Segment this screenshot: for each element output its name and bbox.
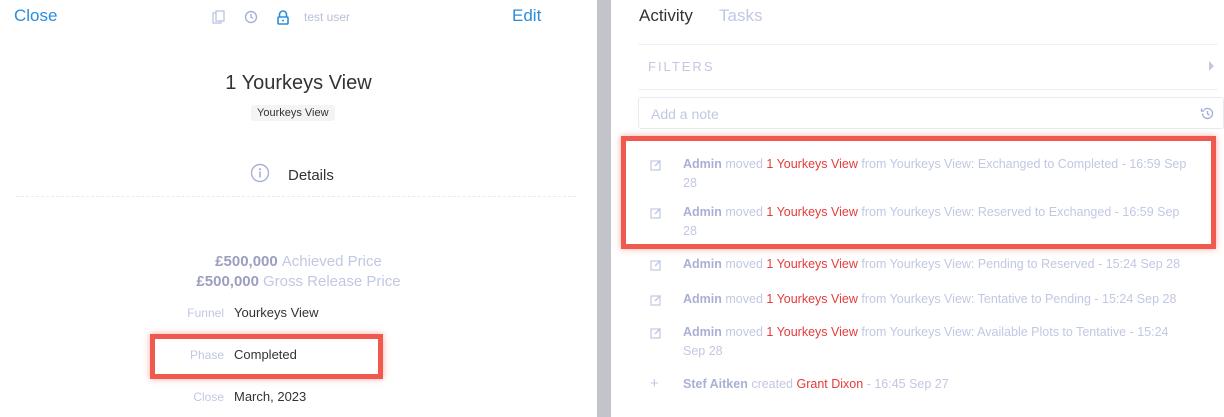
activity-highlight-box (621, 136, 1216, 249)
gross-price-amount: £500,000 (196, 273, 259, 290)
info-icon (250, 163, 270, 188)
close-button[interactable]: Close (14, 6, 57, 26)
field-funnel-key: Funnel (187, 306, 224, 320)
activity-actor[interactable]: Admin (683, 292, 722, 306)
chevron-right-icon (1209, 61, 1214, 71)
details-section-header[interactable]: Details (250, 163, 334, 188)
details-label: Details (288, 167, 334, 184)
lock-icon[interactable] (274, 8, 292, 26)
activity-text: Admin moved 1 Yourkeys View from Yourkey… (683, 323, 1193, 361)
activity-panel: Activity Tasks FILTERS Admin moved 1 You… (611, 0, 1224, 417)
edit-button[interactable]: Edit (512, 6, 541, 26)
note-box[interactable] (638, 97, 1224, 129)
record-toolbar: test user (210, 8, 350, 26)
activity-actor[interactable]: Admin (683, 257, 722, 271)
activity-target-link[interactable]: 1 Yourkeys View (766, 292, 858, 306)
field-close-value[interactable]: March, 2023 (234, 389, 306, 404)
activity-text: Stef Aitken created Grant Dixon - 16:45 … (683, 375, 1193, 394)
add-note-input[interactable] (649, 105, 1173, 123)
history-icon[interactable] (1200, 106, 1215, 126)
achieved-price-amount: £500,000 (215, 253, 278, 270)
panel-splitter[interactable] (597, 0, 611, 417)
owner-name[interactable]: test user (304, 10, 350, 24)
activity-actor[interactable]: Stef Aitken (683, 377, 748, 391)
activity-detail: from Yourkeys View: Tentative to Pending… (861, 292, 1177, 306)
activity-detail: from Yourkeys View: Pending to Reserved … (861, 257, 1181, 271)
achieved-price: £500,000 Achieved Price (0, 253, 597, 270)
activity-text: Admin moved 1 Yourkeys View from Yourkey… (683, 290, 1193, 309)
history-icon[interactable] (242, 8, 260, 26)
copy-icon[interactable] (210, 8, 228, 26)
section-divider (16, 196, 576, 197)
gross-price-label: Gross Release Price (263, 273, 401, 290)
record-tag[interactable]: Yourkeys View (251, 105, 335, 121)
activity-target-link[interactable]: 1 Yourkeys View (766, 325, 858, 339)
activity-target-link[interactable]: 1 Yourkeys View (766, 257, 858, 271)
activity-verb: moved (725, 257, 763, 271)
activity-detail: - 16:45 Sep 27 (866, 377, 949, 391)
filters-bar[interactable]: FILTERS (638, 44, 1218, 90)
tab-tasks[interactable]: Tasks (719, 6, 762, 26)
field-close-key: Close (193, 390, 224, 404)
activity-verb: created (751, 377, 794, 391)
plus-icon: + (650, 375, 659, 392)
phase-highlight-box (150, 334, 383, 379)
activity-target-link[interactable]: Grant Dixon (797, 377, 864, 391)
edit-icon (650, 293, 662, 312)
tab-activity[interactable]: Activity (639, 6, 693, 26)
edit-icon (650, 326, 662, 345)
edit-icon (650, 258, 662, 277)
gross-release-price: £500,000 Gross Release Price (0, 273, 597, 290)
filters-label: FILTERS (648, 59, 715, 74)
record-title: 1 Yourkeys View (225, 72, 372, 94)
record-panel: Close test user Edit 1 Yourkeys View You… (0, 0, 597, 417)
activity-verb: moved (725, 325, 763, 339)
achieved-price-label: Achieved Price (281, 253, 382, 270)
field-funnel-value[interactable]: Yourkeys View (234, 305, 319, 320)
activity-actor[interactable]: Admin (683, 325, 722, 339)
activity-verb: moved (725, 292, 763, 306)
activity-text: Admin moved 1 Yourkeys View from Yourkey… (683, 255, 1193, 274)
